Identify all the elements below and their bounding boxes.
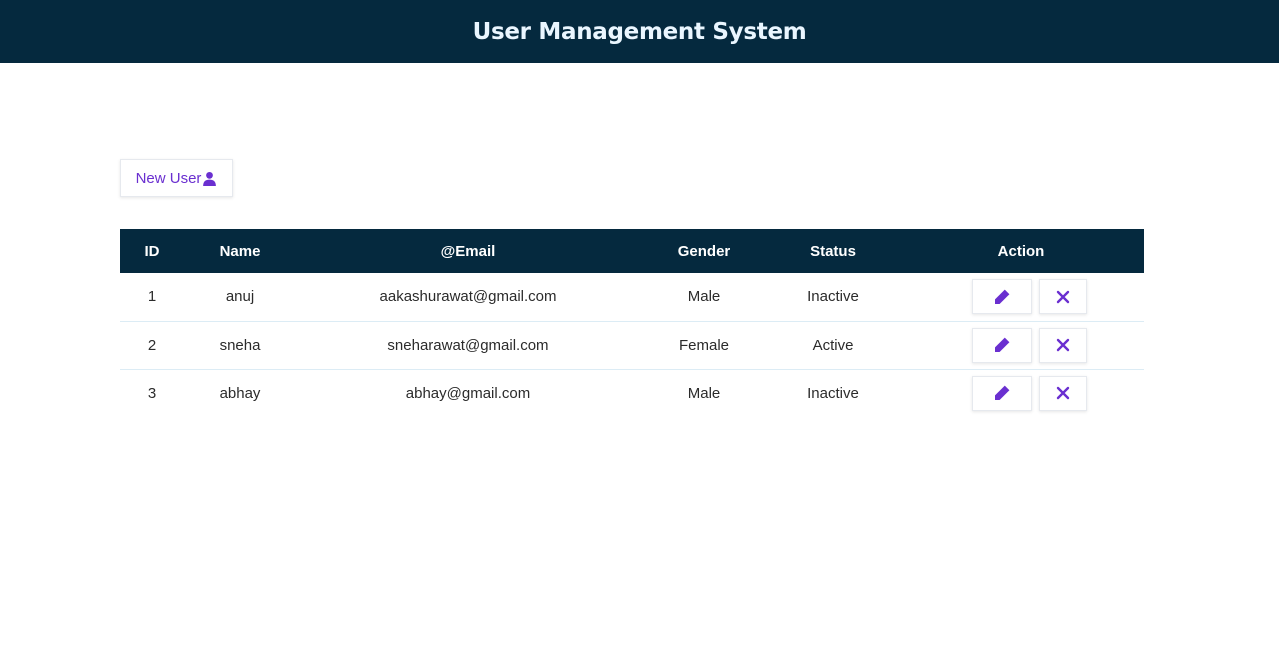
cell-status: Inactive [807, 288, 859, 306]
cell-gender: Female [678, 336, 730, 354]
cell-action [898, 369, 1144, 417]
page-title: User Management System [472, 18, 807, 45]
table-header-row: ID Name @Email Gender Status Action [120, 229, 1144, 273]
edit-user-button[interactable] [972, 279, 1032, 315]
new-user-button[interactable]: New User [120, 159, 233, 197]
close-icon [1056, 386, 1070, 400]
cell-name: abhay [219, 384, 261, 402]
table-row: 2 sneha sneharawat@gmail.com Female Acti… [120, 321, 1144, 369]
close-icon [1056, 338, 1070, 352]
column-header-action: Action [997, 242, 1045, 260]
table-row: 3 abhay abhay@gmail.com Male Inactive [120, 369, 1144, 417]
delete-user-button[interactable] [1039, 375, 1087, 411]
user-icon [202, 171, 217, 186]
column-header-id: ID [144, 242, 160, 260]
close-icon [1056, 290, 1070, 304]
new-user-label: New User [135, 169, 202, 187]
cell-id: 2 [147, 336, 157, 354]
column-header-status: Status [810, 242, 856, 260]
cell-email: aakashurawat@gmail.com [379, 288, 557, 306]
edit-user-button[interactable] [972, 327, 1032, 363]
pencil-icon [993, 384, 1011, 402]
column-header-email: @Email [440, 242, 496, 260]
column-header-gender: Gender [677, 242, 731, 260]
table-row: 1 anuj aakashurawat@gmail.com Male Inact… [120, 273, 1144, 321]
users-table: ID Name @Email Gender Status Action 1 an… [120, 229, 1144, 417]
cell-status: Active [812, 336, 854, 354]
cell-status: Inactive [807, 384, 859, 402]
pencil-icon [993, 288, 1011, 306]
cell-gender: Male [687, 288, 721, 306]
cell-name: sneha [219, 336, 261, 354]
cell-id: 3 [147, 384, 157, 402]
cell-action [898, 321, 1144, 369]
cell-gender: Male [687, 384, 721, 402]
delete-user-button[interactable] [1039, 327, 1087, 363]
cell-action [898, 273, 1144, 321]
cell-name: anuj [225, 288, 255, 306]
edit-user-button[interactable] [972, 375, 1032, 411]
cell-email: sneharawat@gmail.com [387, 336, 549, 354]
app-header: User Management System [0, 0, 1279, 63]
cell-email: abhay@gmail.com [405, 384, 531, 402]
delete-user-button[interactable] [1039, 279, 1087, 315]
column-header-name: Name [219, 242, 261, 260]
cell-id: 1 [147, 288, 157, 306]
pencil-icon [993, 336, 1011, 354]
